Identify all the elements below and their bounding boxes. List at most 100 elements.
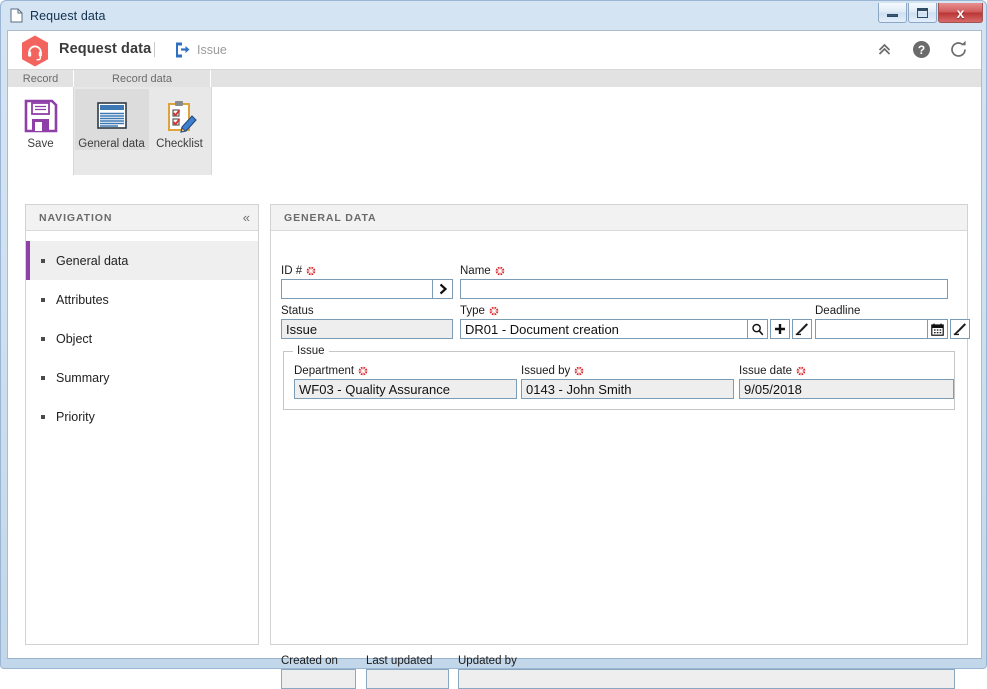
breadcrumb: Issue — [197, 43, 227, 57]
ribbon-tab-filler — [211, 70, 981, 87]
issued-by-input — [521, 379, 734, 399]
name-input-row — [460, 279, 948, 299]
updated-by-input — [458, 669, 955, 689]
id-input-row — [281, 279, 453, 299]
ribbon-group-label-record-data[interactable]: Record data — [74, 70, 211, 87]
department-field-group: Department — [294, 364, 517, 399]
type-add-button[interactable] — [770, 319, 790, 339]
floppy-disk-icon — [21, 95, 61, 137]
question-circle-icon[interactable]: ? — [911, 39, 932, 60]
nav-item-summary[interactable]: Summary — [26, 358, 258, 397]
maximize-icon — [917, 7, 928, 18]
form-header: GENERAL DATA — [271, 205, 967, 231]
name-field-label: Name — [460, 264, 948, 278]
required-marker-icon — [489, 306, 499, 316]
type-field-label: Type — [460, 304, 812, 318]
issue-fieldset-legend: Issue — [293, 345, 329, 357]
bullet-icon — [41, 258, 45, 263]
id-lookup-button[interactable] — [433, 279, 453, 299]
header-actions: ? — [874, 39, 969, 60]
created-on-field-label: Created on — [281, 655, 338, 667]
department-input-row — [294, 379, 517, 399]
save-button[interactable]: Save — [10, 89, 72, 150]
deadline-field-group: Deadline — [815, 304, 970, 339]
type-search-button[interactable] — [748, 319, 768, 339]
status-field-label: Status — [281, 305, 314, 317]
id-input[interactable] — [281, 279, 433, 299]
type-input-row — [460, 319, 812, 339]
required-marker-icon — [495, 266, 505, 276]
nav-item-general-data[interactable]: General data — [26, 241, 258, 280]
minimize-icon — [887, 14, 898, 17]
updated-by-field-label: Updated by — [458, 655, 517, 667]
clipboard-pencil-icon — [160, 95, 200, 137]
type-field-group: Type — [460, 304, 812, 339]
status-input — [281, 319, 453, 339]
type-input[interactable] — [460, 319, 748, 339]
document-lines-icon — [92, 95, 132, 137]
navigation-header: NAVIGATION « — [26, 205, 258, 231]
refresh-icon[interactable] — [948, 39, 969, 60]
bullet-icon — [41, 297, 45, 302]
maximize-button[interactable] — [908, 3, 937, 23]
issue-date-field-group: Issue date — [739, 364, 954, 399]
ribbon-tab-row: Record Record data — [8, 70, 981, 87]
nav-item-label: Priority — [56, 409, 95, 424]
name-field-group: Name — [460, 264, 948, 299]
window-title: Request data — [30, 8, 106, 23]
ribbon-empty-area — [211, 87, 981, 175]
close-button[interactable]: x — [938, 3, 983, 23]
last-updated-input-row — [366, 669, 449, 689]
nav-item-label: Object — [56, 331, 93, 346]
issued-by-field-group: Issued by — [521, 364, 734, 399]
issue-date-field-label: Issue date — [739, 364, 954, 378]
checklist-button-label: Checklist — [156, 138, 203, 150]
id-field-group: ID # — [281, 264, 453, 299]
created-on-field-group: Created on — [281, 654, 356, 689]
chevron-double-up-icon[interactable] — [874, 39, 895, 60]
navigation-title: NAVIGATION — [39, 211, 113, 224]
navigation-panel: NAVIGATION « General data Attributes Obj… — [25, 204, 259, 645]
nav-item-label: General data — [56, 253, 129, 268]
required-marker-icon — [358, 366, 368, 376]
svg-text:?: ? — [918, 43, 925, 57]
title-bar: Request data x — [1, 1, 987, 30]
required-marker-icon — [306, 266, 316, 276]
export-arrow-icon — [174, 41, 191, 59]
checklist-button[interactable]: Checklist — [149, 89, 211, 150]
minimize-button[interactable] — [878, 3, 907, 23]
document-icon — [10, 8, 23, 23]
issue-date-input-row — [739, 379, 954, 399]
page-title: GENERAL DATA — [284, 211, 377, 224]
updated-by-field-group: Updated by — [458, 654, 955, 689]
nav-item-priority[interactable]: Priority — [26, 397, 258, 436]
ribbon-group-record: Save — [8, 87, 74, 175]
department-input — [294, 379, 517, 399]
updated-by-input-row — [458, 669, 955, 689]
deadline-clear-button[interactable] — [950, 319, 970, 339]
header-separator — [154, 42, 155, 57]
deadline-calendar-button[interactable] — [928, 319, 948, 339]
nav-item-label: Summary — [56, 370, 110, 385]
issued-by-input-row — [521, 379, 734, 399]
navigation-list: General data Attributes Object Summary P… — [26, 231, 258, 436]
ribbon-group-record-data: General data Checklist — [74, 87, 211, 175]
general-data-button[interactable]: General data — [74, 89, 149, 150]
status-input-row — [281, 319, 453, 339]
last-updated-input — [366, 669, 449, 689]
save-button-label: Save — [27, 138, 54, 150]
nav-item-attributes[interactable]: Attributes — [26, 280, 258, 319]
chevron-double-left-icon[interactable]: « — [243, 211, 250, 224]
deadline-input[interactable] — [815, 319, 928, 339]
form-body: ID # Name Status Issue Type DR01 - Docum… — [271, 231, 970, 689]
created-on-input — [281, 669, 356, 689]
nav-item-object[interactable]: Object — [26, 319, 258, 358]
app-title: Request data — [59, 41, 152, 57]
app-header: Request data Issue ? — [8, 31, 981, 70]
type-clear-button[interactable] — [792, 319, 812, 339]
ribbon: Record Record data Save General data Che… — [8, 70, 981, 193]
name-input[interactable] — [460, 279, 948, 299]
status-field-group: Status — [281, 304, 453, 339]
close-icon: x — [956, 4, 965, 21]
ribbon-group-label-record[interactable]: Record — [8, 70, 74, 87]
